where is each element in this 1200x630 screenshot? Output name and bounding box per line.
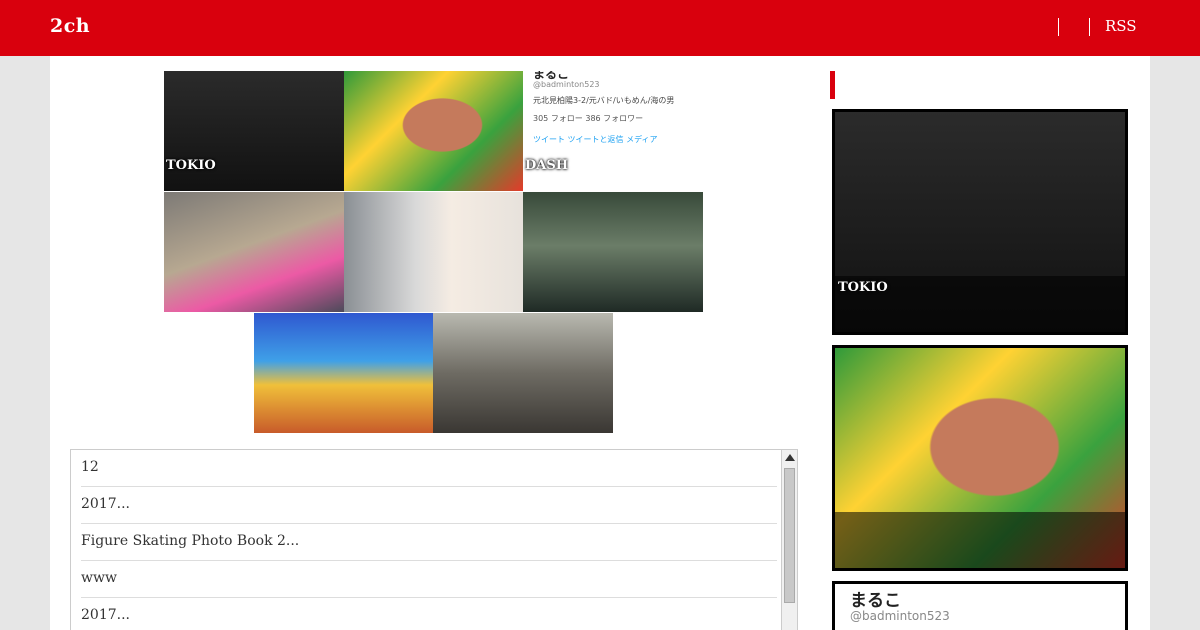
sidebar-tweet-handle: @badminton523 xyxy=(850,609,950,623)
thumb-tokio[interactable]: TOKIO xyxy=(164,71,344,191)
list-item[interactable]: www xyxy=(81,561,777,598)
scroll-thumb[interactable] xyxy=(784,468,795,603)
nav-divider xyxy=(1058,18,1059,36)
main-content: TOKIO まるこ @badminton523 元北見柏陽3-2/元バド/いもめ… xyxy=(50,56,1150,630)
tweet-handle: @badminton523 xyxy=(533,80,600,89)
sidebar-card-caption: TOKIO xyxy=(838,280,888,295)
thumb-street[interactable] xyxy=(164,192,344,312)
thumb-caption: DASH xyxy=(525,158,569,173)
rss-link[interactable]: RSS xyxy=(1105,17,1137,35)
list-item[interactable]: 2017... xyxy=(81,598,777,630)
scroll-up-arrow-icon[interactable] xyxy=(785,454,795,461)
tweet-stats: 305 フォロー 386 フォロワー xyxy=(533,114,644,123)
thumb-tweet[interactable]: まるこ @badminton523 元北見柏陽3-2/元バド/いもめん/海の男 … xyxy=(523,71,703,191)
street-photo xyxy=(164,192,344,312)
clay-figure-photo xyxy=(344,71,523,191)
man-interview-photo xyxy=(523,192,703,312)
sidebar-tweet-name: まるこ xyxy=(850,591,901,611)
thumb-caption: TOKIO xyxy=(166,158,216,173)
sidebar-card-clay-figure[interactable] xyxy=(832,345,1128,571)
thumb-soldiers[interactable] xyxy=(433,313,613,433)
tweet-tabs: ツイート ツイートと返信 メディア xyxy=(533,135,658,144)
sidebar-heading-marker xyxy=(830,71,835,99)
tweet-screenshot: まるこ @badminton523 元北見柏陽3-2/元バド/いもめん/海の男 … xyxy=(523,71,703,191)
band-photo xyxy=(164,71,344,191)
top-bar: 2ch RSS xyxy=(0,0,1200,56)
caption-band xyxy=(835,512,1125,568)
nav-divider xyxy=(1089,18,1090,36)
list-item[interactable]: Figure Skating Photo Book 2... xyxy=(81,524,777,561)
list-item[interactable]: 2017... xyxy=(81,487,777,524)
thumb-quiz-show[interactable] xyxy=(254,313,433,433)
tweet-bio: 元北見柏陽3-2/元バド/いもめん/海の男 xyxy=(533,96,675,105)
thumb-woman[interactable] xyxy=(344,192,523,312)
article-list[interactable]: 12 2017... Figure Skating Photo Book 2..… xyxy=(70,449,798,630)
woman-photo xyxy=(344,192,523,312)
sidebar-card-tweet[interactable]: まるこ @badminton523 xyxy=(832,581,1128,630)
soldiers-photo xyxy=(433,313,613,433)
site-logo[interactable]: 2ch xyxy=(50,15,90,37)
scrollbar[interactable] xyxy=(781,450,797,630)
quiz-show-photo xyxy=(254,313,433,433)
sidebar-card-tokio[interactable]: TOKIO xyxy=(832,109,1128,335)
list-item[interactable]: 12 xyxy=(81,450,777,487)
thumb-clay-figure[interactable] xyxy=(344,71,523,191)
thumb-man-interview[interactable] xyxy=(523,192,703,312)
